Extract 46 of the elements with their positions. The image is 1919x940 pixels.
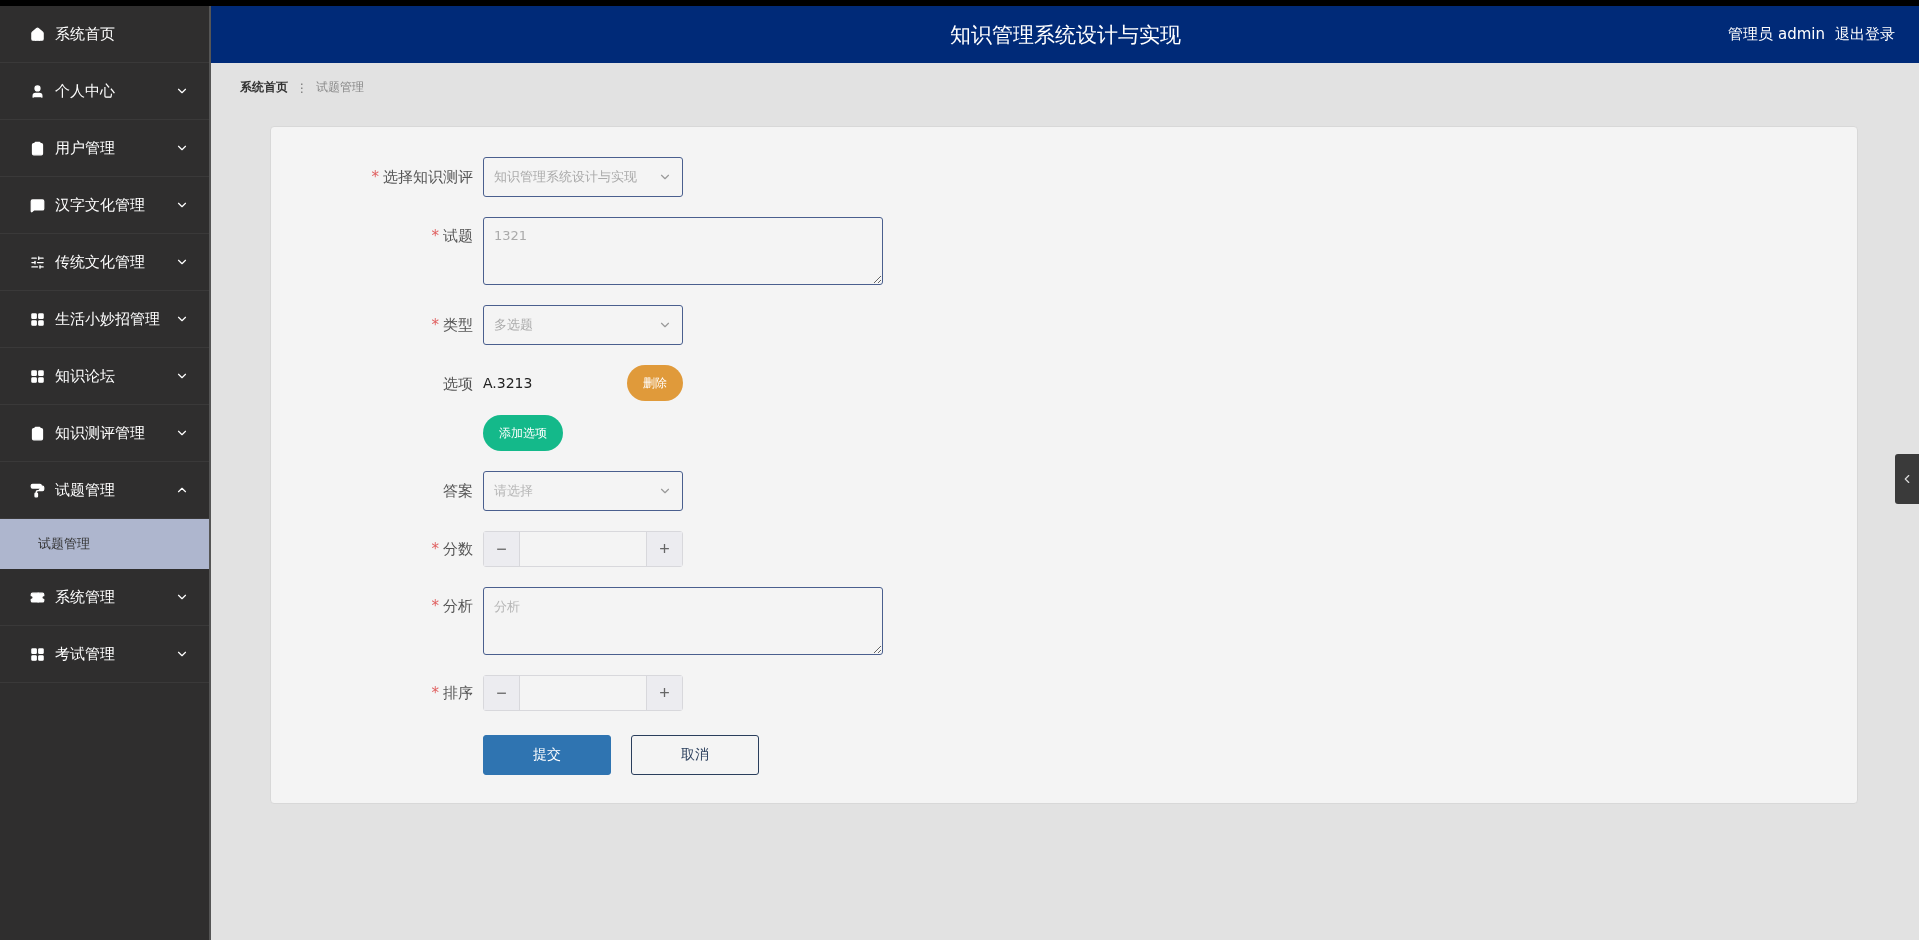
sidebar-item[interactable]: 汉字文化管理 <box>0 177 209 234</box>
sidebar-subitem[interactable]: 试题管理 <box>0 519 209 569</box>
sidebar-item[interactable]: 知识论坛 <box>0 348 209 405</box>
field-label: * 分数 <box>430 539 474 559</box>
submit-button[interactable]: 提交 <box>483 735 611 775</box>
breadcrumb-item[interactable]: 系统首页 <box>240 79 288 96</box>
breadcrumb-item: 试题管理 <box>316 79 364 96</box>
field-label: * 分析 <box>430 596 474 616</box>
grid-icon <box>30 646 45 662</box>
grid-icon <box>30 368 45 384</box>
user-icon <box>30 83 45 99</box>
plus-button[interactable]: + <box>646 532 682 566</box>
option-text: A.3213 <box>483 375 533 391</box>
field-label: 选项 <box>442 374 474 394</box>
field-label: * 类型 <box>430 315 474 335</box>
number-field[interactable]: − + <box>483 531 683 567</box>
chat-icon <box>30 197 45 213</box>
collapse-tab[interactable] <box>1895 454 1919 504</box>
breadcrumb-separator: ⋮ <box>296 80 308 95</box>
home-icon <box>30 26 45 42</box>
sidebar-item[interactable]: 系统管理 <box>0 569 209 626</box>
clipboard-icon <box>30 425 45 441</box>
app-title: 知识管理系统设计与实现 <box>949 21 1181 49</box>
sidebar-item[interactable]: 系统首页 <box>0 6 209 63</box>
textarea-field[interactable]: 分析 <box>483 587 883 655</box>
field-label: * 选择知识测评 <box>370 167 474 187</box>
minus-button[interactable]: − <box>484 676 520 710</box>
sidebar-item[interactable]: 生活小妙招管理 <box>0 291 209 348</box>
sidebar-item[interactable]: 考试管理 <box>0 626 209 683</box>
user-name: 管理员 admin <box>1728 25 1825 44</box>
plus-button[interactable]: + <box>646 676 682 710</box>
sliders-icon <box>30 254 45 270</box>
cancel-button[interactable]: 取消 <box>631 735 759 775</box>
field-label: 答案 <box>442 481 474 501</box>
ticket-icon <box>30 589 45 605</box>
sidebar-item[interactable]: 知识测评管理 <box>0 405 209 462</box>
grid-icon <box>30 311 45 327</box>
number-field[interactable]: − + <box>483 675 683 711</box>
logout-link[interactable]: 退出登录 <box>1835 25 1895 44</box>
sidebar-item[interactable]: 传统文化管理 <box>0 234 209 291</box>
sidebar-item[interactable]: 个人中心 <box>0 63 209 120</box>
minus-button[interactable]: − <box>484 532 520 566</box>
sidebar-item[interactable]: 用户管理 <box>0 120 209 177</box>
paint-roller-icon <box>30 482 45 498</box>
field-label: * 排序 <box>430 683 474 703</box>
field-label: * 试题 <box>430 226 474 246</box>
